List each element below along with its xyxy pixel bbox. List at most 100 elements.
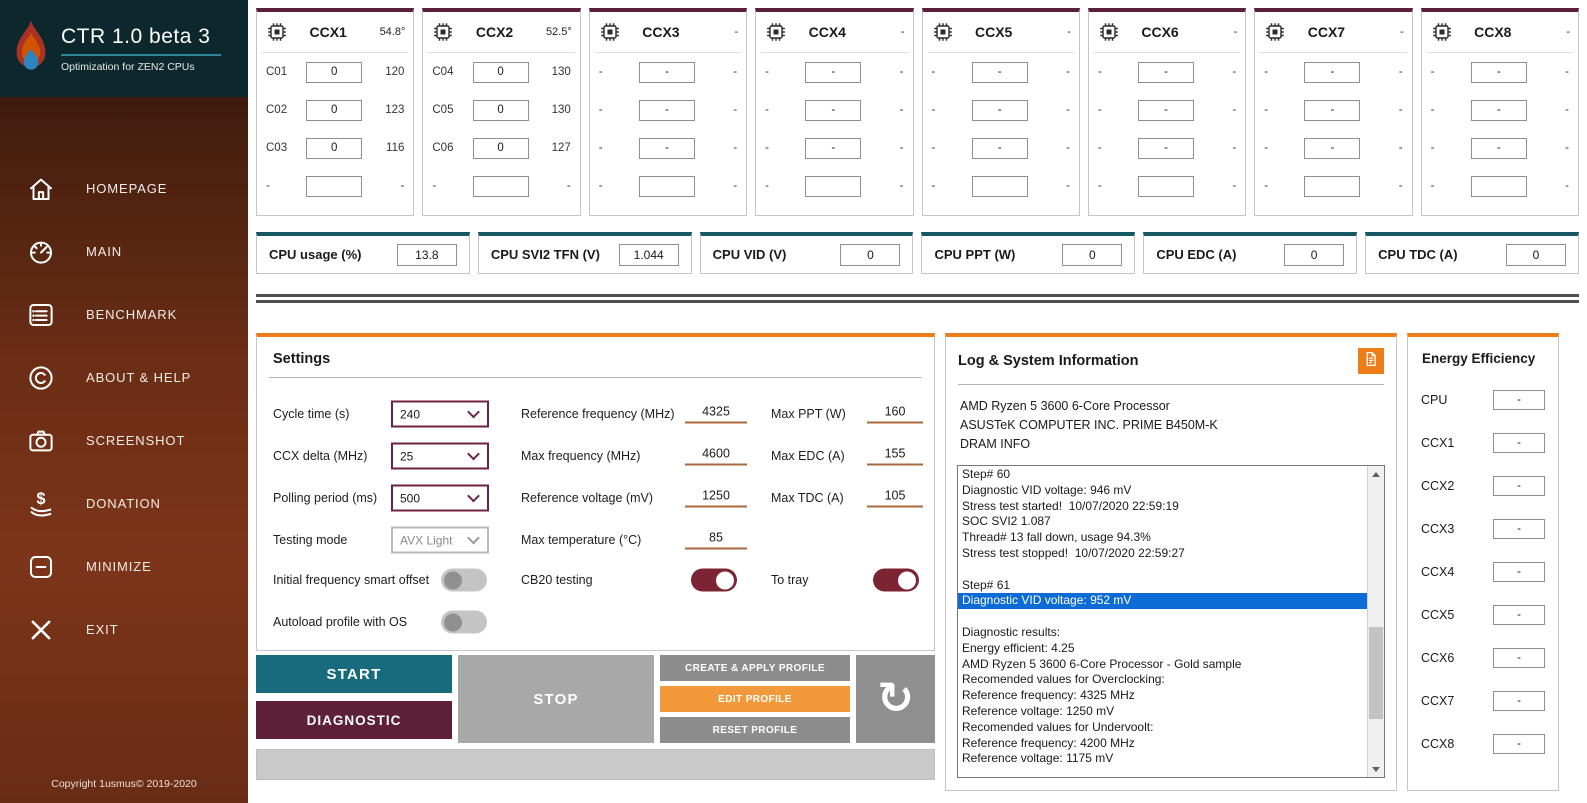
log-line: SOC SVI2 1.087 bbox=[958, 514, 1367, 530]
app-title: CTR 1.0 beta 3 bbox=[61, 25, 221, 49]
core-rating-value: - bbox=[1204, 104, 1236, 116]
refresh-button[interactable]: ↻ bbox=[856, 655, 935, 743]
scrollbar-track[interactable] bbox=[1368, 482, 1384, 761]
log-output[interactable]: Step# 60Diagnostic VID voltage: 946 mVSt… bbox=[957, 465, 1385, 778]
cb20-testing-toggle[interactable] bbox=[691, 569, 737, 592]
polling-period-value: 500 bbox=[393, 491, 469, 505]
ccx-delta-dropdown[interactable]: 25 bbox=[391, 443, 489, 470]
section-divider bbox=[256, 294, 1579, 303]
sidebar-item-benchmark[interactable]: BENCHMARK bbox=[0, 283, 248, 346]
log-line: Reference voltage: 1250 mV bbox=[958, 704, 1367, 720]
to-tray-toggle[interactable] bbox=[873, 569, 919, 592]
energy-value-box: - bbox=[1493, 390, 1545, 410]
chevron-down-icon bbox=[467, 532, 480, 545]
document-icon bbox=[1362, 350, 1380, 373]
sensor-cpu-usage: CPU usage (%)13.8 bbox=[256, 232, 470, 274]
log-export-button[interactable] bbox=[1358, 348, 1384, 374]
core-value-box: - bbox=[1138, 62, 1194, 83]
core-rating-value: 116 bbox=[372, 142, 404, 154]
core-label: - bbox=[1431, 104, 1461, 116]
smart-offset-toggle[interactable] bbox=[441, 569, 487, 592]
start-button[interactable]: START bbox=[256, 655, 452, 693]
home-icon bbox=[26, 174, 60, 204]
core-rating-value: 127 bbox=[539, 142, 571, 154]
core-value-box: 0 bbox=[306, 138, 362, 159]
sidebar-item-about-help[interactable]: ABOUT & HELP bbox=[0, 346, 248, 409]
log-line: Step# 60 bbox=[958, 467, 1367, 483]
core-row: --- bbox=[1255, 129, 1411, 167]
system-info-dram: DRAM INFO bbox=[960, 435, 1382, 454]
energy-row-ccx1: CCX1- bbox=[1408, 421, 1558, 464]
svg-text:$: $ bbox=[36, 490, 45, 508]
ccx-panel-header: CCX5- bbox=[923, 12, 1079, 52]
scrollbar-up-button[interactable] bbox=[1368, 466, 1384, 482]
sensor-value-box: 0 bbox=[1506, 244, 1566, 266]
settings-column: Settings Cycle time (s) 240 Reference fr… bbox=[256, 333, 935, 791]
log-line: Stress test stopped! 10/07/2020 22:59:27 bbox=[958, 546, 1367, 562]
core-row: --- bbox=[756, 53, 912, 91]
max-temperature-field[interactable]: 85 bbox=[685, 531, 747, 550]
create-apply-profile-button[interactable]: CREATE & APPLY PROFILE bbox=[660, 655, 850, 681]
energy-efficiency-panel: Energy Efficiency CPU-CCX1-CCX2-CCX3-CCX… bbox=[1407, 333, 1559, 791]
log-lines: Step# 60Diagnostic VID voltage: 946 mVSt… bbox=[958, 467, 1367, 767]
ccx-temperature: 52.5° bbox=[534, 26, 572, 38]
sidebar-item-exit[interactable]: EXIT bbox=[0, 598, 248, 661]
ccx-panel-header: CCX252.5° bbox=[423, 12, 579, 52]
reference-voltage-field[interactable]: 1250 bbox=[685, 489, 747, 508]
core-row: -- bbox=[1422, 167, 1578, 205]
edit-profile-button[interactable]: EDIT PROFILE bbox=[660, 686, 850, 712]
sidebar-item-minimize[interactable]: MINIMIZE bbox=[0, 535, 248, 598]
core-row: --- bbox=[590, 91, 746, 129]
autoload-profile-toggle[interactable] bbox=[441, 611, 487, 634]
max-frequency-field[interactable]: 4600 bbox=[685, 447, 747, 466]
core-value-box: - bbox=[639, 62, 695, 83]
scrollbar-down-button[interactable] bbox=[1368, 761, 1384, 777]
core-row: --- bbox=[756, 91, 912, 129]
core-label: - bbox=[599, 142, 629, 154]
energy-row-ccx8: CCX8- bbox=[1408, 722, 1558, 765]
max-tdc-field[interactable]: 105 bbox=[867, 489, 923, 508]
log-line: Reference frequency: 4325 MHz bbox=[958, 688, 1367, 704]
energy-row-label: CCX7 bbox=[1421, 694, 1493, 708]
log-scrollbar[interactable] bbox=[1367, 466, 1384, 777]
log-line: Reference voltage: 1175 mV bbox=[958, 751, 1367, 767]
max-edc-field[interactable]: 155 bbox=[867, 447, 923, 466]
core-row: --- bbox=[923, 91, 1079, 129]
core-label: - bbox=[1431, 180, 1461, 192]
reset-profile-button[interactable]: RESET PROFILE bbox=[660, 717, 850, 743]
chevron-down-icon bbox=[467, 448, 480, 461]
diagnostic-button[interactable]: DIAGNOSTIC bbox=[256, 701, 452, 739]
scrollbar-thumb[interactable] bbox=[1369, 627, 1383, 719]
cpu-chip-icon bbox=[431, 20, 455, 44]
max-frequency-label: Max frequency (MHz) bbox=[521, 449, 640, 463]
stop-button[interactable]: STOP bbox=[458, 655, 654, 743]
polling-period-dropdown[interactable]: 500 bbox=[391, 485, 489, 512]
core-rating-value: - bbox=[1537, 104, 1569, 116]
sidebar-item-homepage[interactable]: HOMEPAGE bbox=[0, 157, 248, 220]
ccx-title: CCX8 bbox=[1454, 24, 1532, 40]
ccx-panel-header: CCX154.8° bbox=[257, 12, 413, 52]
max-temperature-label: Max temperature (°C) bbox=[521, 533, 641, 547]
settings-row-1: Cycle time (s) 240 Reference frequency (… bbox=[257, 399, 934, 429]
sidebar-item-donation[interactable]: $DONATION bbox=[0, 472, 248, 535]
core-value-box bbox=[805, 176, 861, 197]
reference-frequency-field[interactable]: 4325 bbox=[685, 405, 747, 424]
reference-voltage-label: Reference voltage (mV) bbox=[521, 491, 653, 505]
sidebar-item-main[interactable]: MAIN bbox=[0, 220, 248, 283]
core-row: --- bbox=[1422, 53, 1578, 91]
sidebar-item-label: EXIT bbox=[86, 622, 119, 637]
core-rating-value: - bbox=[1371, 142, 1403, 154]
max-ppt-field[interactable]: 160 bbox=[867, 405, 923, 424]
ccx-title: CCX3 bbox=[622, 24, 700, 40]
sensor-label: CPU PPT (W) bbox=[934, 247, 1062, 262]
ccx-panel-ccx6: CCX6------------ bbox=[1088, 8, 1246, 216]
testing-mode-dropdown[interactable]: AVX Light bbox=[391, 527, 489, 554]
core-row: --- bbox=[1422, 129, 1578, 167]
energy-row-ccx2: CCX2- bbox=[1408, 464, 1558, 507]
core-label: - bbox=[932, 66, 962, 78]
sidebar-item-screenshot[interactable]: SCREENSHOT bbox=[0, 409, 248, 472]
toggle-knob bbox=[716, 571, 734, 589]
core-rating-value: - bbox=[539, 180, 571, 192]
ctr-window: CTR 1.0 beta 3 Optimization for ZEN2 CPU… bbox=[0, 0, 1587, 803]
cycle-time-dropdown[interactable]: 240 bbox=[391, 401, 489, 428]
